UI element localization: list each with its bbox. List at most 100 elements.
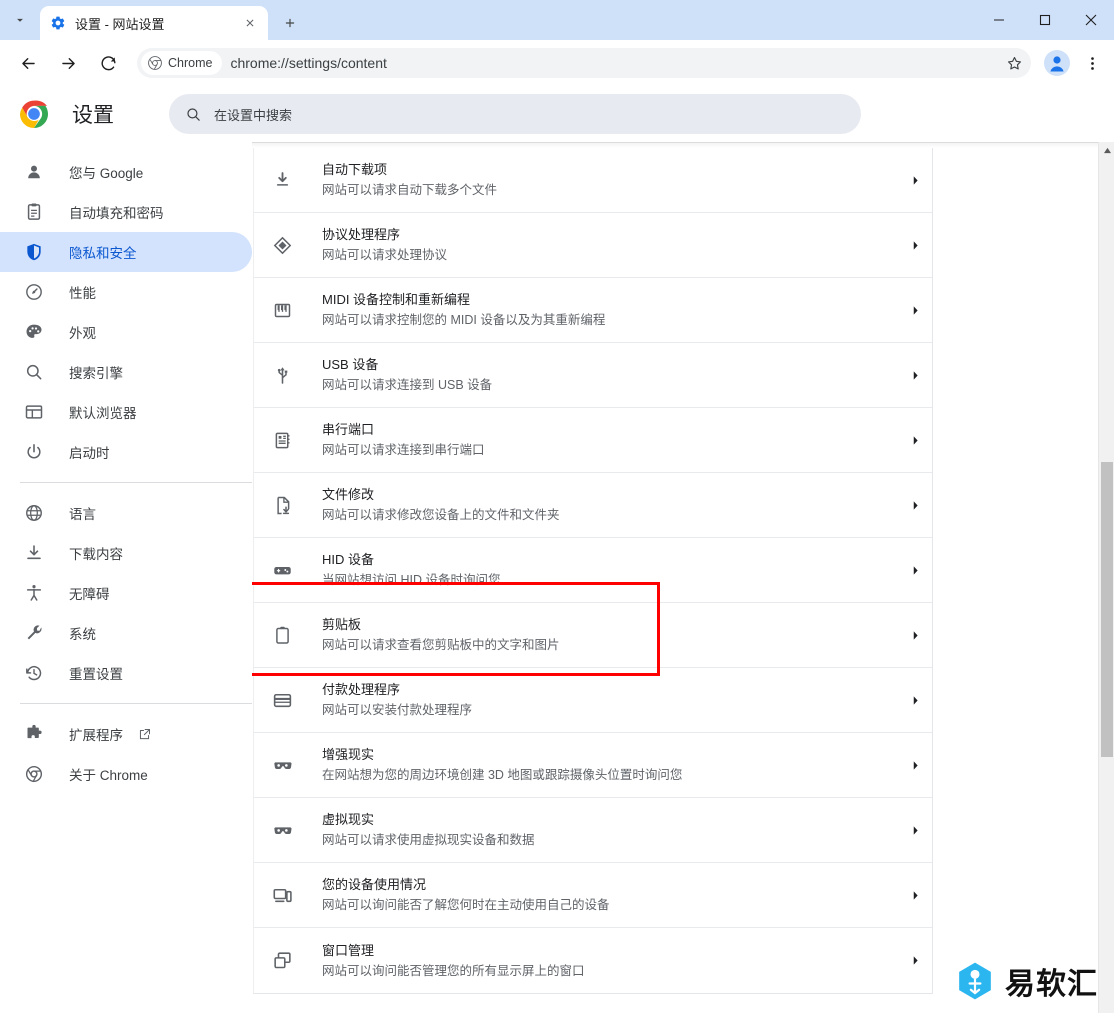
chevron-right-icon[interactable]: [898, 563, 932, 578]
tab-list-button[interactable]: [6, 6, 34, 34]
permission-row[interactable]: USB 设备 网站可以请求连接到 USB 设备: [254, 343, 932, 408]
row-description: 当网站想访问 HID 设备时询问您: [322, 573, 501, 587]
row-description: 网站可以请求控制您的 MIDI 设备以及为其重新编程: [322, 313, 606, 327]
hexagon-logo-icon: [959, 962, 991, 1000]
maximize-button[interactable]: [1022, 0, 1068, 40]
row-title: HID 设备: [322, 552, 375, 567]
chevron-right-icon[interactable]: [898, 628, 932, 643]
permission-row[interactable]: 增强现实 在网站想为您的周边环境创建 3D 地图或跟踪摄像头位置时询问您: [254, 733, 932, 798]
permission-row[interactable]: 您的设备使用情况 网站可以询问能否了解您何时在主动使用自己的设备: [254, 863, 932, 928]
star-icon[interactable]: [1000, 49, 1028, 77]
sidebar-item-1-0[interactable]: 语言: [0, 493, 252, 533]
permission-row[interactable]: 串行端口 网站可以请求连接到串行端口: [254, 408, 932, 473]
sidebar-item-0-0[interactable]: 您与 Google: [0, 152, 252, 192]
puzzle-icon: [24, 724, 44, 744]
open-in-new-icon: [139, 728, 150, 739]
chevron-right-icon[interactable]: [898, 823, 932, 838]
row-title: 窗口管理: [322, 942, 375, 958]
address-bar[interactable]: Chrome chrome://settings/content: [137, 48, 1031, 78]
close-icon[interactable]: [241, 14, 259, 32]
chevron-right-icon[interactable]: [898, 758, 932, 773]
chevron-right-icon[interactable]: [898, 888, 932, 903]
row-title: 文件修改: [322, 487, 375, 502]
chevron-right-icon[interactable]: [898, 238, 932, 253]
row-description: 网站可以请求使用虚拟现实设备和数据: [322, 833, 535, 847]
sidebar-item-1-3[interactable]: 系统: [0, 613, 252, 653]
chevron-right-icon: [913, 435, 918, 445]
chevron-right-icon: [913, 760, 918, 770]
sidebar-item-0-1[interactable]: 自动填充和密码: [0, 192, 252, 232]
row-description: 网站可以请求修改您设备上的文件和文件夹: [322, 508, 560, 522]
close-window-button[interactable]: [1068, 0, 1114, 40]
sidebar-item-0-2[interactable]: 隐私和安全: [0, 232, 252, 272]
new-tab-button[interactable]: [275, 8, 305, 38]
clipboard-form-icon: [24, 202, 44, 222]
permission-row[interactable]: 虚拟现实网站可以请求使用虚拟现实设备和数据: [254, 798, 932, 863]
sidebar-item-1-2[interactable]: 无障碍: [0, 573, 252, 613]
chevron-right-icon[interactable]: [898, 953, 932, 968]
scrollbar-thumb[interactable]: [1101, 462, 1113, 757]
permission-row[interactable]: 剪贴板 网站可以请求查看您剪贴板中的文字和图片: [254, 603, 932, 668]
sidebar-item-0-5[interactable]: 搜索引擎: [0, 352, 252, 392]
sidebar-item-label: 性能: [69, 286, 96, 301]
person-icon: [28, 165, 40, 179]
row-title: 串行端口: [322, 422, 375, 437]
sidebar-item-2-1[interactable]: 关于 Chrome: [0, 754, 252, 794]
arrow-back-icon: [21, 57, 35, 69]
serial-port-icon: [275, 432, 289, 448]
chevron-right-icon[interactable]: [898, 498, 932, 513]
row-title: MIDI 设备控制和重新编程: [322, 292, 471, 307]
forward-button[interactable]: [53, 48, 83, 78]
permission-row[interactable]: 付款处理程序 网站可以安装付款处理程序: [254, 668, 932, 733]
chevron-right-icon[interactable]: [898, 368, 932, 383]
browser-tab[interactable]: 设置 - 网站设置: [40, 6, 268, 40]
row-title: 虚拟现实: [322, 812, 375, 827]
permission-row[interactable]: MIDI 设备控制和重新编程网站可以请求控制您的 MIDI 设备以及为其重新编程: [254, 278, 932, 343]
sidebar-item-label: 默认浏览器: [69, 406, 137, 421]
permission-row[interactable]: HID 设备当网站想访问 HID 设备时询问您: [254, 538, 932, 603]
row-title: 协议处理程序: [322, 227, 401, 242]
midi-piano-icon: [270, 298, 294, 322]
search-icon: [24, 362, 44, 382]
permission-row[interactable]: 文件修改网站可以请求修改您设备上的文件和文件夹: [254, 473, 932, 538]
search-input[interactable]: 在设置中搜索: [169, 94, 861, 134]
minimize-button[interactable]: [976, 0, 1022, 40]
sidebar-item-label: 外观: [69, 326, 96, 341]
scroll-up-arrow-icon[interactable]: [1099, 142, 1114, 158]
chrome-menu-button[interactable]: [1078, 48, 1106, 78]
row-title: 增强现实: [322, 747, 375, 762]
back-button[interactable]: [13, 48, 43, 78]
chevron-right-icon[interactable]: [898, 173, 932, 188]
sidebar-item-0-3[interactable]: 性能: [0, 272, 252, 312]
chevron-right-icon: [913, 630, 918, 640]
row-text: 付款处理程序 网站可以安装付款处理程序: [322, 680, 898, 720]
row-text: USB 设备 网站可以请求连接到 USB 设备: [322, 355, 898, 395]
permission-row[interactable]: 协议处理程序 网站可以请求处理协议: [254, 213, 932, 278]
chrome-outline-icon: [25, 765, 43, 783]
gear-icon: [49, 15, 66, 32]
globe-icon: [26, 505, 42, 521]
row-text: 剪贴板 网站可以请求查看您剪贴板中的文字和图片: [322, 615, 898, 655]
chevron-right-icon[interactable]: [898, 433, 932, 448]
vr-goggles-icon: [270, 753, 294, 777]
sidebar-item-1-1[interactable]: 下载内容: [0, 533, 252, 573]
permission-row[interactable]: 自动下载项 网站可以请求自动下载多个文件: [254, 148, 932, 213]
sidebar-item-0-7[interactable]: 启动时: [0, 432, 252, 472]
chevron-right-icon[interactable]: [898, 693, 932, 708]
reload-icon: [101, 55, 116, 70]
usb-icon: [270, 363, 294, 387]
sidebar-item-1-4[interactable]: 重置设置: [0, 653, 252, 693]
chevron-right-icon[interactable]: [898, 303, 932, 318]
sidebar-item-2-0[interactable]: 扩展程序: [0, 714, 252, 754]
sidebar-item-0-4[interactable]: 外观: [0, 312, 252, 352]
chrome-chip-label: Chrome: [168, 56, 213, 70]
permission-row[interactable]: 窗口管理 网站可以询问能否管理您的所有显示屏上的窗口: [254, 928, 932, 993]
settings-body: 您与 Google 自动填充和密码 隐私和安全性能外观搜索引擎默认浏览器启动时语言下…: [0, 142, 1114, 1013]
profile-button[interactable]: [1042, 48, 1072, 78]
download-icon: [24, 543, 44, 563]
content-scrollbar[interactable]: [1098, 142, 1114, 1013]
sidebar-item-0-6[interactable]: 默认浏览器: [0, 392, 252, 432]
reload-button[interactable]: [93, 48, 123, 78]
chevron-right-icon: [913, 500, 918, 510]
history-restore-icon: [24, 663, 44, 683]
